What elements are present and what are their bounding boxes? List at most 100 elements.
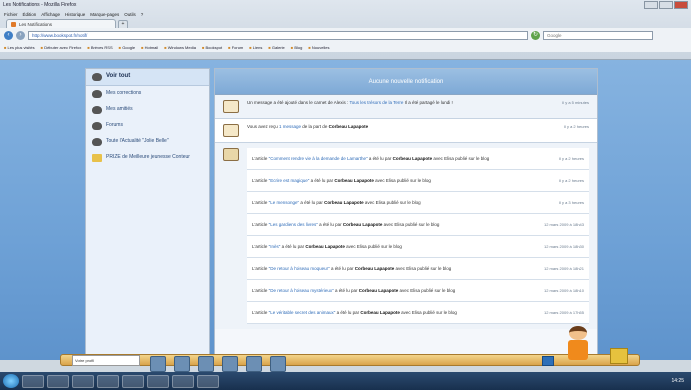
dock-pencil-icon[interactable] xyxy=(222,356,238,372)
article-link[interactable]: "Ecrire est magique" xyxy=(269,178,310,183)
notification-user[interactable]: Corbeau Lapapote xyxy=(355,266,395,271)
dock-chat-icon[interactable] xyxy=(270,356,286,372)
taskbar-item[interactable] xyxy=(172,374,194,388)
friends-icon xyxy=(92,106,102,114)
dock-info-icon[interactable] xyxy=(542,356,554,366)
notification-user[interactable]: Corbeau Lapapote xyxy=(360,310,400,315)
forward-arrow-icon[interactable]: › xyxy=(16,30,25,40)
sidebar-item-corrections[interactable]: Mes corrections xyxy=(86,86,209,102)
notification-subitem: L'article "De retour à l'oiseau mystérie… xyxy=(247,280,589,302)
notification-link[interactable]: 1 message xyxy=(279,124,301,129)
article-link[interactable]: "De retour à l'oiseau moqueur" xyxy=(269,266,330,271)
news-icon xyxy=(92,138,102,146)
notification-text: L'article "Le véritable secret des anima… xyxy=(252,310,518,316)
search-input[interactable]: Google xyxy=(543,30,653,40)
bookmark-item[interactable]: Brèves RSS xyxy=(87,45,113,50)
close-button[interactable] xyxy=(674,1,688,9)
notification-user[interactable]: Corbeau Lapapote xyxy=(343,222,383,227)
notification-text: Vous avez reçu 1 message de la part de C… xyxy=(247,124,521,137)
maximize-button[interactable] xyxy=(659,1,673,9)
notification-user[interactable]: Corbeau Lapapote xyxy=(329,124,369,129)
notification-suffix: a été lu par xyxy=(329,265,355,271)
menu-file[interactable]: Fichier xyxy=(4,12,18,17)
notification-user[interactable]: Corbeau Lapapote xyxy=(305,244,345,249)
bookmark-item[interactable]: Windows Media xyxy=(164,45,196,50)
dock-book-icon[interactable] xyxy=(150,356,166,372)
taskbar-item[interactable] xyxy=(147,374,169,388)
article-link[interactable]: "Inès" xyxy=(269,244,281,249)
notification-user[interactable]: Corbeau Lapapote xyxy=(324,200,364,205)
bookmark-item[interactable]: Forum xyxy=(228,45,244,50)
notification-time: 12 mars 2009 à 18h30 xyxy=(543,244,584,249)
notification-subitem: L'article "De retour à l'oiseau moqueur"… xyxy=(247,258,589,280)
article-link[interactable]: "Le véritable secret des animaux" xyxy=(269,310,336,315)
menu-view[interactable]: Affichage xyxy=(41,12,60,17)
menu-bookmarks[interactable]: Marque-pages xyxy=(90,12,119,17)
sidebar-item-forums[interactable]: Forums xyxy=(86,118,209,134)
menu-history[interactable]: Historique xyxy=(65,12,85,17)
bookmark-item[interactable]: Blog xyxy=(291,45,302,50)
notification-user[interactable]: Corbeau Lapapote xyxy=(393,156,433,161)
taskbar-item[interactable] xyxy=(122,374,144,388)
url-input[interactable]: http://www.bookspot.fr/notif/ xyxy=(28,30,528,40)
navigation-bar: ‹ › http://www.bookspot.fr/notif/ ↻ Goog… xyxy=(0,28,691,42)
notification-text: L'article "Les gardiens des livres" a ét… xyxy=(252,222,518,228)
sidebar: Voir tout Mes corrections Mes amitiés Fo… xyxy=(85,68,210,358)
back-arrow-icon[interactable]: ‹ xyxy=(4,30,13,40)
taskbar-item[interactable] xyxy=(47,374,69,388)
notification-subitem: L'article "Le mensonge" a été lu par Cor… xyxy=(247,192,589,214)
bookmark-item[interactable]: Bookspot xyxy=(202,45,222,50)
article-link[interactable]: "Le mensonge" xyxy=(269,200,299,205)
bookmark-item[interactable]: Galerie xyxy=(268,45,285,50)
notification-user[interactable]: Corbeau Lapapote xyxy=(334,178,374,183)
taskbar-item[interactable] xyxy=(22,374,44,388)
sidebar-item-all[interactable]: Voir tout xyxy=(86,69,209,86)
bookmark-item[interactable]: Hotmail xyxy=(141,45,159,50)
dock-mail-icon[interactable] xyxy=(174,356,190,372)
menu-tools[interactable]: Outils xyxy=(124,12,136,17)
taskbar-item[interactable] xyxy=(97,374,119,388)
sidebar-item-label: Mes amitiés xyxy=(106,106,133,112)
article-link[interactable]: "De retour à l'oiseau mystérieux" xyxy=(269,288,334,293)
taskbar-item[interactable] xyxy=(197,374,219,388)
taskbar-item[interactable] xyxy=(72,374,94,388)
forum-icon xyxy=(92,122,102,130)
bookmark-item[interactable]: Google xyxy=(119,45,135,50)
sidebar-item-news[interactable]: Toute l'Actualité "Jolie Belle" xyxy=(86,134,209,150)
notification-link[interactable]: Tous les trésors de la Terre xyxy=(349,100,403,105)
notification-text: L'article "Comment rendre vie à la deman… xyxy=(252,156,518,162)
sidebar-item-label: Voir tout xyxy=(106,73,131,79)
minimize-button[interactable] xyxy=(644,1,658,9)
dock-camera-icon[interactable] xyxy=(198,356,214,372)
sidebar-item-friends[interactable]: Mes amitiés xyxy=(86,102,209,118)
article-icon xyxy=(223,148,239,161)
notification-user[interactable]: Corbeau Lapapote xyxy=(359,288,399,293)
notification-suffix: Il a été partagé le lundi ! xyxy=(403,100,453,105)
notification-tail: avec Elisa publié sur le blog xyxy=(399,309,457,315)
sidebar-item-prize[interactable]: PRIZE de Meilleure jeunesse Conteur xyxy=(86,150,209,166)
gift-icon[interactable] xyxy=(610,348,628,364)
notification-suffix: a été lu par xyxy=(309,177,335,183)
trophy-icon xyxy=(92,154,102,162)
dock-folder-icon[interactable] xyxy=(246,356,262,372)
bookmark-item[interactable]: Liens xyxy=(249,45,263,50)
menu-edit[interactable]: Édition xyxy=(23,12,37,17)
user-profile-box[interactable]: Votre profil xyxy=(72,355,140,366)
bookmark-item[interactable]: Nouvelles xyxy=(308,45,330,50)
bookmark-item[interactable]: Les plus visités xyxy=(4,45,35,50)
bookmark-item[interactable]: Débuter avec Firefox xyxy=(41,45,81,50)
notification-suffix: de la part de xyxy=(301,124,329,129)
notification-tail: avec Elisa publié sur le blog xyxy=(363,199,421,205)
article-link[interactable]: "Comment rendre vie à la demande de Lama… xyxy=(269,156,368,161)
article-link[interactable]: "Les gardiens des livres" xyxy=(269,222,318,227)
new-tab-button[interactable]: + xyxy=(118,20,128,28)
notification-subitem: L'article "Inès" a été lu par Corbeau La… xyxy=(247,236,589,258)
reload-icon[interactable]: ↻ xyxy=(531,30,540,40)
tab-bar: Les Notifications + xyxy=(0,18,691,28)
start-button[interactable] xyxy=(3,374,19,388)
menu-help[interactable]: ? xyxy=(141,12,144,17)
notification-text: L'article "Ecrire est magique" a été lu … xyxy=(252,178,518,184)
notification-text: L'article "Le mensonge" a été lu par Cor… xyxy=(252,200,518,206)
tab-notifications[interactable]: Les Notifications xyxy=(6,19,116,28)
os-taskbar: 14:25 xyxy=(0,372,691,390)
